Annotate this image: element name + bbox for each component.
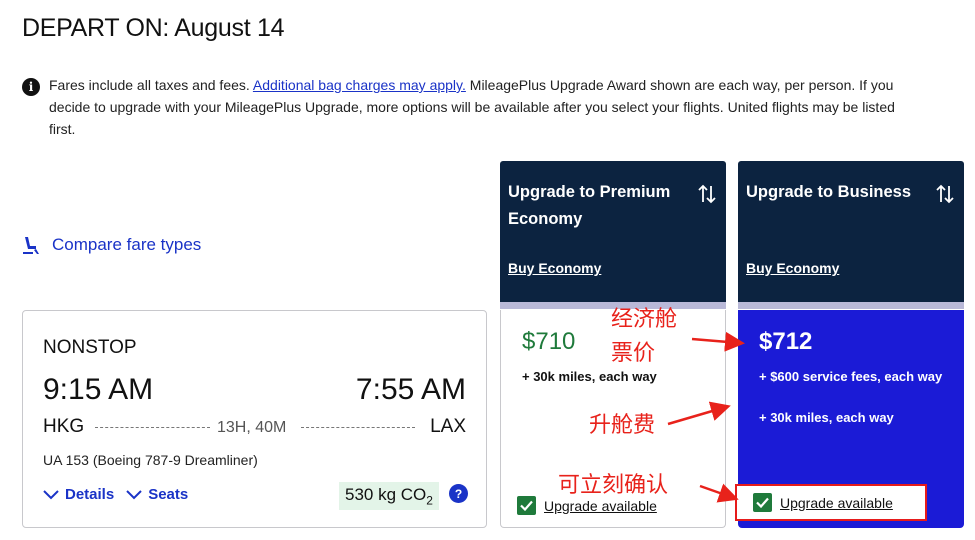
sort-icon[interactable] <box>696 183 718 205</box>
page-title: DEPART ON: August 14 <box>22 14 285 42</box>
co2-subscript: 2 <box>426 493 433 508</box>
origin-airport: HKG <box>43 416 85 437</box>
header-strip <box>738 302 964 309</box>
compare-label: Compare fare types <box>52 235 202 254</box>
premium-economy-header: Upgrade to Premium Economy Buy Economy <box>500 161 726 309</box>
destination-airport: LAX <box>430 416 466 437</box>
fare-notice: i Fares include all taxes and fees. Addi… <box>22 74 922 140</box>
annotation-ticket-price: 票价 <box>611 341 656 366</box>
co2-value: 530 kg CO <box>345 485 427 504</box>
details-toggle[interactable]: Details <box>43 486 114 503</box>
bag-charges-link[interactable]: Additional bag charges may apply. <box>253 77 466 93</box>
fare-service-fees: + $600 service fees, each way <box>759 369 943 384</box>
notice-text: Fares include all taxes and fees. Additi… <box>49 74 922 140</box>
column-title: Upgrade to Business <box>746 183 912 201</box>
details-label: Details <box>65 486 115 503</box>
sort-icon[interactable] <box>934 183 956 205</box>
flight-duration: 13H, 40M <box>217 419 287 436</box>
seats-toggle[interactable]: Seats <box>126 486 188 503</box>
depart-time: 9:15 AM <box>43 373 154 406</box>
aircraft-info: UA 153 (Boeing 787-9 Dreamliner) <box>43 452 258 468</box>
annotation-instant-confirm: 可立刻确认 <box>558 473 669 498</box>
chevron-down-icon <box>126 489 142 499</box>
fare-price: $712 <box>759 328 813 355</box>
fare-miles: + 30k miles, each way <box>759 410 894 425</box>
upgrade-label: Upgrade available <box>780 494 893 511</box>
column-title: Upgrade to Premium Economy <box>508 183 671 228</box>
business-header: Upgrade to Business Buy Economy <box>738 161 964 309</box>
chevron-down-icon <box>43 489 59 499</box>
duration-line-left <box>95 427 210 428</box>
duration-line-right <box>301 427 415 428</box>
annotation-economy-fare: 经济舱 <box>611 307 678 332</box>
co2-emissions: 530 kg CO2 <box>339 482 439 511</box>
help-icon[interactable]: ? <box>449 484 468 503</box>
annotation-upgrade-fee: 升舱费 <box>589 413 656 438</box>
flight-links: Details Seats <box>43 486 200 503</box>
flight-card[interactable]: NONSTOP 9:15 AM 7:55 AM HKG 13H, 40M LAX… <box>22 310 487 528</box>
stops-label: NONSTOP <box>43 337 137 358</box>
seat-icon <box>23 237 39 254</box>
compare-fare-types-link[interactable]: Compare fare types <box>22 235 201 255</box>
buy-economy-link[interactable]: Buy Economy <box>508 260 601 276</box>
check-icon <box>753 493 772 512</box>
notice-text-before: Fares include all taxes and fees. <box>49 77 253 93</box>
buy-economy-link[interactable]: Buy Economy <box>746 260 839 276</box>
fare-price: $710 <box>522 328 576 355</box>
upgrade-available-highlight[interactable]: Upgrade available <box>735 484 927 521</box>
info-icon: i <box>22 78 40 96</box>
seats-label: Seats <box>148 486 189 503</box>
arrive-time: 7:55 AM <box>355 373 466 406</box>
check-icon <box>517 496 536 515</box>
fare-miles: + 30k miles, each way <box>522 369 657 384</box>
